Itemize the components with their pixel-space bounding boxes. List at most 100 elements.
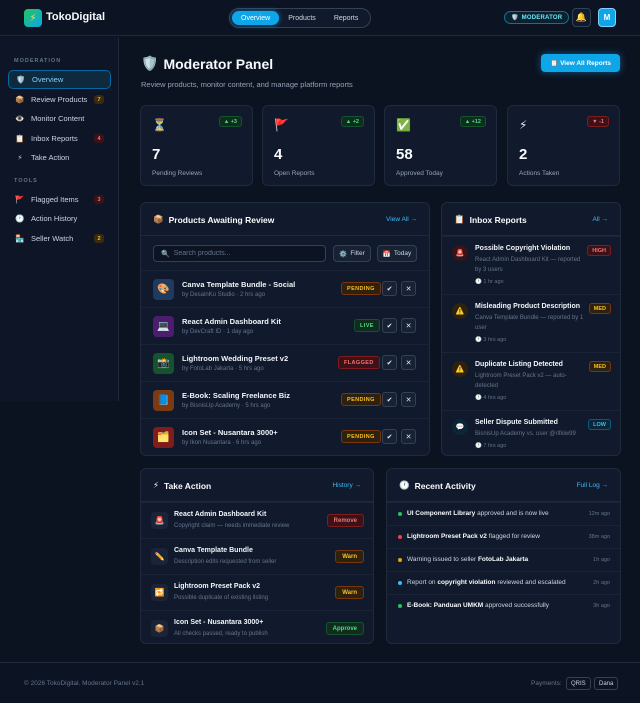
nav-tab-reports[interactable]: Reports (325, 11, 368, 25)
reject-close-icon[interactable]: ✕ (401, 429, 416, 444)
sidebar: MODERATION 🛡️ Overview 📦 Review Products… (0, 37, 119, 401)
product-row[interactable]: 📸 Lightroom Wedding Preset v2 by FotoLab… (141, 344, 429, 381)
action-description: Copyright claim — needs immediate review (174, 523, 290, 529)
warning-icon: ⚠️ (452, 361, 468, 377)
search-input[interactable] (173, 250, 324, 257)
stat-value: 2 (519, 146, 528, 163)
warn-button[interactable]: Warn (335, 550, 364, 563)
sidebar-item-action-history[interactable]: 🕐 Action History (8, 209, 111, 228)
product-name: Icon Set - Nusantara 3000+ (182, 428, 278, 437)
alarm-icon: 🚨 (151, 512, 168, 529)
clipboard-icon: 📋 (454, 214, 465, 224)
button-label: View All Reports (560, 59, 612, 67)
history-link[interactable]: History → (332, 482, 361, 489)
logo-bolt-icon[interactable]: ⚡ (24, 9, 42, 27)
reject-close-icon[interactable]: ✕ (401, 318, 416, 333)
laptop-icon: 💻 (153, 316, 174, 337)
stat-label: Actions Taken (519, 170, 560, 177)
full-log-link[interactable]: Full Log → (577, 482, 608, 489)
product-row[interactable]: 🗂️ Icon Set - Nusantara 3000+ by Ikon Nu… (141, 418, 429, 455)
stat-card-actions-taken: ⚡ ▼ -1 2 Actions Taken (507, 105, 620, 186)
bolt-icon: ⚡ (17, 153, 23, 162)
nav-tab-products[interactable]: Products (279, 11, 325, 25)
sidebar-item-label: Seller Watch (31, 234, 74, 243)
action-title: Icon Set - Nusantara 3000+ (174, 619, 264, 626)
nav-tab-overview[interactable]: Overview (232, 11, 280, 25)
priority-badge: LOW (588, 419, 611, 430)
products-review-panel: 📦 Products Awaiting Review View All → 🔍 … (140, 202, 430, 456)
sidebar-item-label: Monitor Content (31, 114, 85, 123)
report-item[interactable]: 💬 Seller Dispute Submitted BisnisUp Acad… (442, 410, 620, 455)
approve-check-icon[interactable]: ✔ (382, 392, 397, 407)
panel-header: ⚡ Take Action History → (141, 469, 373, 502)
panel-header: 📋 Inbox Reports All → (442, 203, 620, 236)
flag-icon: 🚩 (274, 118, 289, 132)
sidebar-item-review-products[interactable]: 📦 Review Products 7 (8, 90, 111, 109)
report-time-text: 1 hr ago (483, 279, 504, 285)
report-item[interactable]: ⚠️ Duplicate Listing Detected Lightroom … (442, 352, 620, 410)
report-item[interactable]: ⚠️ Misleading Product Description Canva … (442, 294, 620, 352)
remove-button[interactable]: Remove (326, 514, 364, 527)
shield-icon: 🛡️ (141, 55, 159, 71)
activity-text: UI Component Library approved and is now… (407, 510, 549, 517)
approve-check-icon[interactable]: ✔ (382, 355, 397, 370)
brand-name[interactable]: TokoDigital (46, 11, 105, 23)
report-time: 🕐 3 hrs ago (475, 337, 506, 343)
reject-close-icon[interactable]: ✕ (401, 392, 416, 407)
store-icon: 🏪 (15, 234, 25, 243)
notifications-button[interactable]: 🔔 (572, 8, 591, 27)
product-row[interactable]: 🎨 Canva Template Bundle - Social by Desa… (141, 270, 429, 307)
activity-item: Warning issued to seller FotoLab Jakarta… (387, 548, 620, 571)
filter-button[interactable]: ⚙️ Filter (333, 245, 371, 262)
alarm-icon: 🚨 (452, 245, 468, 261)
report-time: 🕐 7 hrs ago (475, 443, 506, 449)
sidebar-item-label: Inbox Reports (31, 134, 78, 143)
panel-title-text: Inbox Reports (469, 214, 527, 225)
sidebar-item-inbox-reports[interactable]: 📋 Inbox Reports 4 (8, 129, 111, 148)
product-row[interactable]: 📘 E-Book: Scaling Freelance Biz by Bisni… (141, 381, 429, 418)
status-badge: PENDING (341, 430, 381, 443)
product-row[interactable]: 💻 React Admin Dashboard Kit by DevCraft … (141, 307, 429, 344)
recent-activity-panel: 🕐 Recent Activity Full Log → UI Componen… (386, 468, 621, 644)
user-avatar[interactable]: M (598, 8, 616, 27)
payment-method-dana: Dana (594, 677, 619, 690)
pencil-icon: ✏️ (151, 548, 168, 565)
copyright-text: © 2026 TokoDigital. Moderator Panel v2.1 (24, 680, 145, 687)
priority-badge: MED (588, 361, 611, 372)
sidebar-item-overview[interactable]: 🛡️ Overview (8, 70, 111, 89)
report-item[interactable]: 🚨 Possible Copyright Violation React Adm… (442, 236, 620, 294)
warn-button[interactable]: Warn (335, 586, 364, 599)
report-description: BisnisUp Academy vs. user @rifkiw99 (475, 431, 576, 437)
approve-check-icon[interactable]: ✔ (382, 281, 397, 296)
clock-icon: 🕐 (475, 279, 482, 285)
view-all-products-link[interactable]: View All → (386, 216, 417, 223)
action-title: React Admin Dashboard Kit (174, 511, 267, 518)
sidebar-item-monitor-content[interactable]: 👁️ Monitor Content (8, 109, 111, 128)
activity-text: E-Book: Panduan UMKM approved successful… (407, 602, 549, 609)
approve-button[interactable]: Approve (325, 622, 364, 635)
action-description: All checks passed, ready to publish (174, 631, 268, 637)
report-time-text: 4 hrs ago (483, 395, 507, 401)
activity-time: 1h ago (593, 557, 610, 563)
reject-close-icon[interactable]: ✕ (401, 355, 416, 370)
sidebar-item-seller-watch[interactable]: 🏪 Seller Watch 2 (8, 229, 111, 248)
sidebar-item-take-action[interactable]: ⚡ Take Action (8, 148, 111, 167)
panel-title: 🕐 Recent Activity (399, 480, 476, 491)
report-time: 🕐 1 hr ago (475, 279, 504, 285)
package-icon: 📦 (15, 95, 25, 104)
date-filter-button[interactable]: 📅 Today (377, 245, 417, 262)
take-action-panel: ⚡ Take Action History → 🚨 React Admin Da… (140, 468, 374, 644)
activity-item: Report on copyright violation reviewed a… (387, 571, 620, 594)
all-reports-link[interactable]: All → (592, 216, 608, 223)
sidebar-item-flagged-items[interactable]: 🚩 Flagged Items 3 (8, 190, 111, 209)
approve-check-icon[interactable]: ✔ (382, 429, 397, 444)
sidebar-item-label: Overview (32, 75, 64, 84)
clock-icon: 🕐 (475, 395, 482, 401)
report-description: Canva Template Bundle — reported by 1 us… (475, 315, 584, 331)
approve-check-icon[interactable]: ✔ (382, 318, 397, 333)
reject-close-icon[interactable]: ✕ (401, 281, 416, 296)
view-all-reports-button[interactable]: 📋 View All Reports (541, 54, 620, 72)
activity-item: UI Component Library approved and is now… (387, 502, 620, 525)
stat-label: Open Reports (274, 170, 315, 177)
stat-card-pending-reviews: ⏳ ▲ +3 7 Pending Reviews (140, 105, 253, 186)
